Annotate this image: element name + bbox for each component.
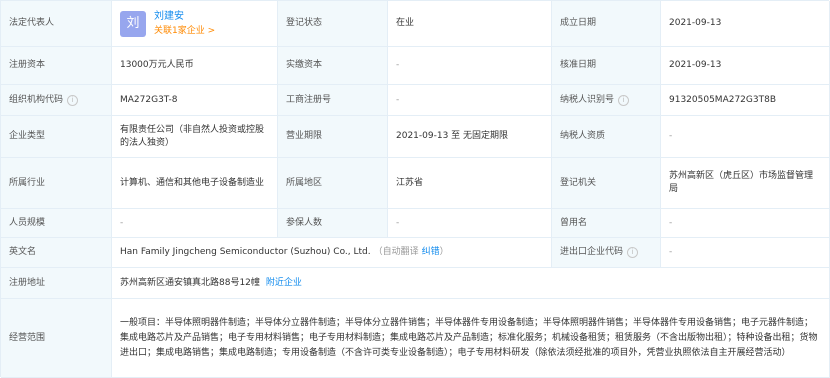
paid-capital-value: - bbox=[388, 47, 552, 85]
registration-authority-label: 登记机关 bbox=[552, 158, 661, 209]
english-name-cell: Han Family Jingcheng Semiconductor (Suzh… bbox=[112, 238, 552, 268]
region-value: 江苏省 bbox=[388, 158, 552, 209]
taxpayer-id-value: 91320505MA272G3T8B bbox=[661, 85, 830, 116]
company-type-label: 企业类型 bbox=[1, 116, 112, 158]
approved-date-label: 核准日期 bbox=[552, 47, 661, 85]
info-icon[interactable]: i bbox=[67, 94, 79, 106]
info-icon[interactable]: i bbox=[627, 247, 639, 258]
company-type-value: 有限责任公司（非自然人投资或控股的法人独资） bbox=[112, 116, 278, 158]
industry-value: 计算机、通信和其他电子设备制造业 bbox=[112, 158, 278, 209]
business-scope-label: 经营范围 bbox=[1, 299, 112, 378]
status-label: 登记状态 bbox=[278, 1, 388, 47]
related-companies-link[interactable]: 关联1家企业 > bbox=[154, 24, 215, 38]
business-scope-value: 一般项目：半导体照明器件制造；半导体分立器件制造；半导体分立器件销售；半导体器件… bbox=[112, 299, 830, 378]
staff-size-value: - bbox=[112, 209, 278, 238]
address-value: 苏州高新区通安镇真北路88号12幢 bbox=[120, 277, 260, 288]
ie-code-label-cell: 进出口企业代码 i bbox=[552, 238, 661, 268]
ie-code-label: 进出口企业代码 bbox=[560, 247, 624, 257]
taxpayer-qualification-value: - bbox=[661, 116, 830, 158]
nearby-companies-link[interactable]: 附近企业 bbox=[266, 277, 302, 290]
legal-rep-label: 法定代表人 bbox=[1, 1, 112, 47]
founded-label: 成立日期 bbox=[552, 1, 661, 47]
english-name-label: 英文名 bbox=[1, 238, 112, 268]
paid-capital-label: 实缴资本 bbox=[278, 47, 388, 85]
info-icon[interactable]: i bbox=[618, 94, 630, 106]
taxpayer-id-label-cell: 纳税人识别号 i bbox=[552, 85, 661, 116]
org-code-label-cell: 组织机构代码 i bbox=[1, 85, 112, 116]
taxpayer-qualification-label: 纳税人资质 bbox=[552, 116, 661, 158]
founded-value: 2021-09-13 bbox=[661, 1, 830, 47]
former-name-value: - bbox=[661, 209, 830, 238]
business-term-label: 营业期限 bbox=[278, 116, 388, 158]
industry-label: 所属行业 bbox=[1, 158, 112, 209]
business-term-value: 2021-09-13 至 无固定期限 bbox=[388, 116, 552, 158]
correct-link[interactable]: 纠错 bbox=[422, 246, 440, 259]
ie-code-value: - bbox=[661, 238, 830, 268]
business-info-table: 法定代表人 刘 刘建安 关联1家企业 > 登记状态 在业 成立日期 2021-0… bbox=[0, 0, 830, 378]
insured-count-value: - bbox=[388, 209, 552, 238]
legal-rep-name-link[interactable]: 刘建安 bbox=[154, 10, 215, 24]
region-label: 所属地区 bbox=[278, 158, 388, 209]
insured-count-label: 参保人数 bbox=[278, 209, 388, 238]
staff-size-label: 人员规模 bbox=[1, 209, 112, 238]
english-name-value: Han Family Jingcheng Semiconductor (Suzh… bbox=[120, 247, 371, 257]
close-paren: ） bbox=[439, 247, 449, 257]
former-name-label: 曾用名 bbox=[552, 209, 661, 238]
legal-rep-cell: 刘 刘建安 关联1家企业 > bbox=[112, 1, 278, 47]
org-code-value: MA272G3T-8 bbox=[112, 85, 278, 116]
reg-no-value: - bbox=[388, 85, 552, 116]
approved-date-value: 2021-09-13 bbox=[661, 47, 830, 85]
registration-authority-value: 苏州高新区（虎丘区）市场监督管理局 bbox=[661, 158, 830, 209]
org-code-label: 组织机构代码 bbox=[9, 94, 64, 105]
reg-no-label: 工商注册号 bbox=[278, 85, 388, 116]
status-value: 在业 bbox=[388, 1, 552, 47]
capital-label: 注册资本 bbox=[1, 47, 112, 85]
address-cell: 苏州高新区通安镇真北路88号12幢 附近企业 bbox=[112, 268, 830, 299]
capital-value: 13000万元人民币 bbox=[112, 47, 278, 85]
avatar[interactable]: 刘 bbox=[120, 10, 146, 37]
address-label: 注册地址 bbox=[1, 268, 112, 299]
auto-translate-note: （自动翻译 bbox=[373, 247, 419, 257]
taxpayer-id-label: 纳税人识别号 bbox=[560, 94, 615, 105]
